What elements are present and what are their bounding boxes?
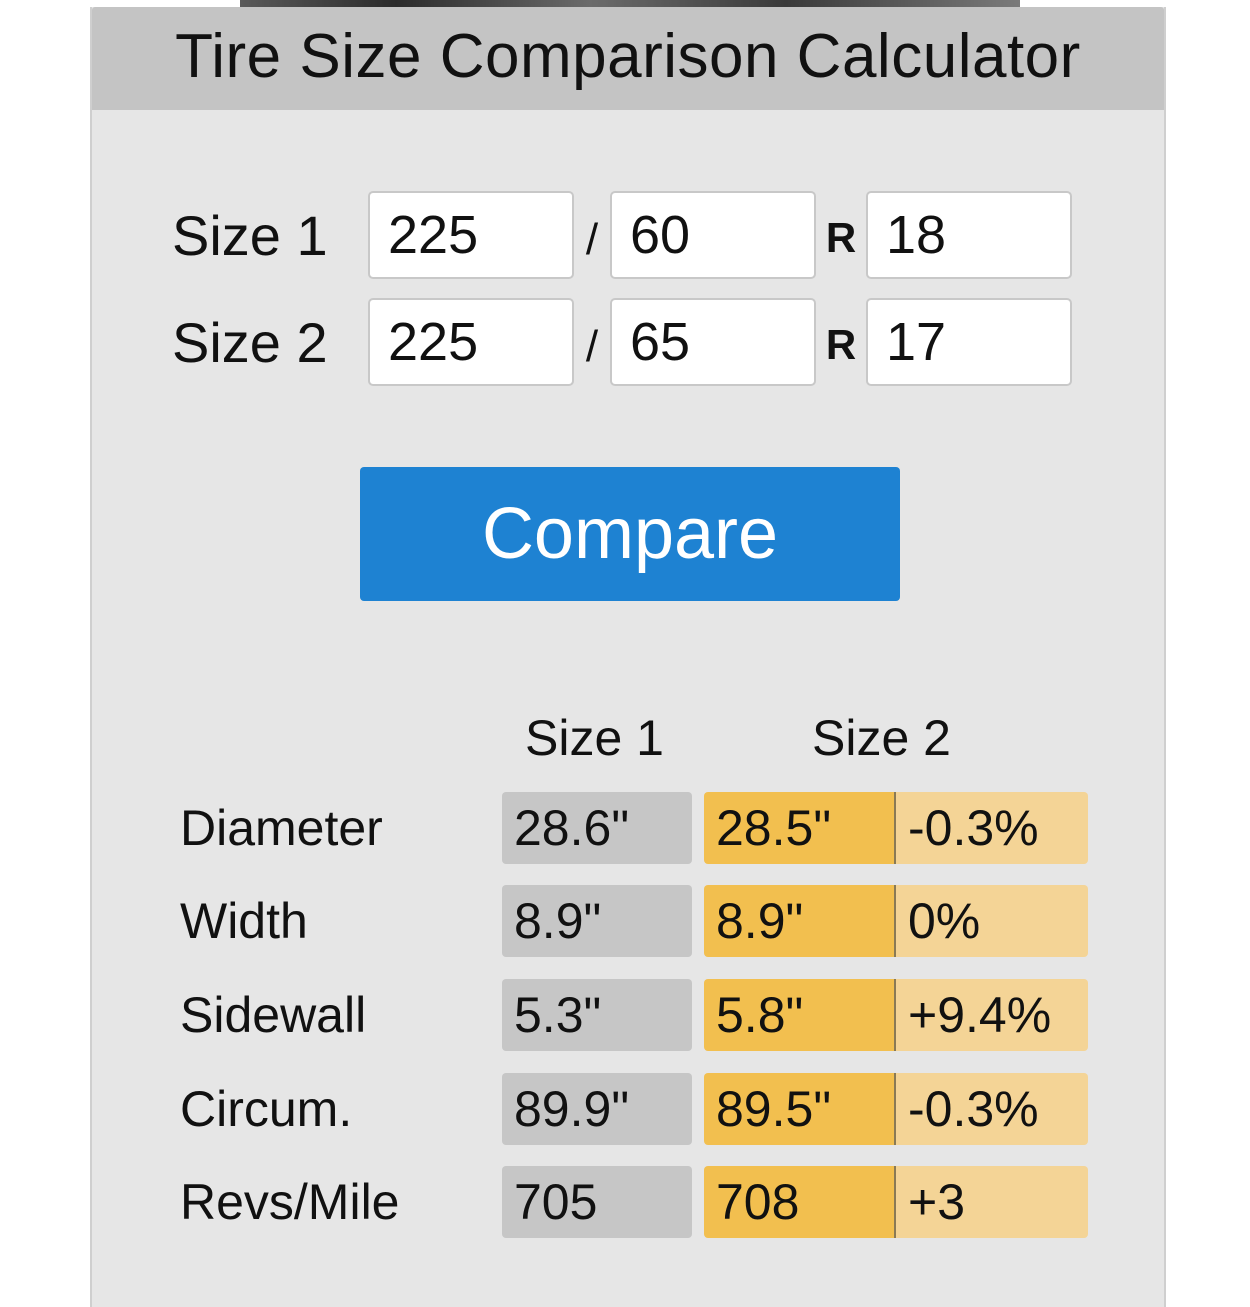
size2-value: 8.9" xyxy=(704,885,896,957)
results-column-header-size1: Size 1 xyxy=(525,710,664,766)
result-row-diameter: Diameter 28.6" 28.5" -0.3% xyxy=(92,792,1164,864)
panel-header: Tire Size Comparison Calculator xyxy=(92,7,1164,110)
size1-value: 89.9" xyxy=(502,1073,692,1145)
size1-label: Size 1 xyxy=(172,203,328,267)
size1-rim-input[interactable] xyxy=(866,191,1072,279)
size2-value: 5.8" xyxy=(704,979,896,1051)
difference-value: 0% xyxy=(896,885,1088,957)
result-row-revs-per-mile: Revs/Mile 705 708 +3 xyxy=(92,1166,1164,1238)
page-title: Tire Size Comparison Calculator xyxy=(175,22,1081,91)
size2-label: Size 2 xyxy=(172,310,328,374)
header-image-strip xyxy=(240,0,1020,7)
difference-value: +9.4% xyxy=(896,979,1088,1051)
size1-value: 28.6" xyxy=(502,792,692,864)
size1-value: 8.9" xyxy=(502,885,692,957)
metric-label: Sidewall xyxy=(180,987,367,1043)
result-row-width: Width 8.9" 8.9" 0% xyxy=(92,885,1164,957)
difference-value: +3 xyxy=(896,1166,1088,1238)
size1-value: 5.3" xyxy=(502,979,692,1051)
metric-label: Width xyxy=(180,893,308,949)
results-column-header-size2: Size 2 xyxy=(812,710,951,766)
size2-rim-input[interactable] xyxy=(866,298,1072,386)
size1-radial-label: R xyxy=(825,214,857,261)
size2-value: 708 xyxy=(704,1166,896,1238)
size1-width-input[interactable] xyxy=(368,191,574,279)
metric-label: Circum. xyxy=(180,1081,353,1137)
result-row-sidewall: Sidewall 5.3" 5.8" +9.4% xyxy=(92,979,1164,1051)
metric-label: Revs/Mile xyxy=(180,1174,400,1230)
size1-value: 705 xyxy=(502,1166,692,1238)
metric-label: Diameter xyxy=(180,800,383,856)
size2-aspect-input[interactable] xyxy=(610,298,816,386)
size1-aspect-input[interactable] xyxy=(610,191,816,279)
size2-slash-separator: / xyxy=(585,322,599,371)
result-row-circumference: Circum. 89.9" 89.5" -0.3% xyxy=(92,1073,1164,1145)
size2-input-row: Size 2 / R xyxy=(172,297,1072,387)
calculator-panel: Tire Size Comparison Calculator Size 1 /… xyxy=(90,7,1166,1307)
size2-value: 28.5" xyxy=(704,792,896,864)
size1-input-row: Size 1 / R xyxy=(172,190,1072,280)
compare-button[interactable]: Compare xyxy=(360,467,900,601)
size2-width-input[interactable] xyxy=(368,298,574,386)
size2-value: 89.5" xyxy=(704,1073,896,1145)
size1-slash-separator: / xyxy=(585,215,599,264)
difference-value: -0.3% xyxy=(896,792,1088,864)
size2-radial-label: R xyxy=(825,321,857,368)
difference-value: -0.3% xyxy=(896,1073,1088,1145)
